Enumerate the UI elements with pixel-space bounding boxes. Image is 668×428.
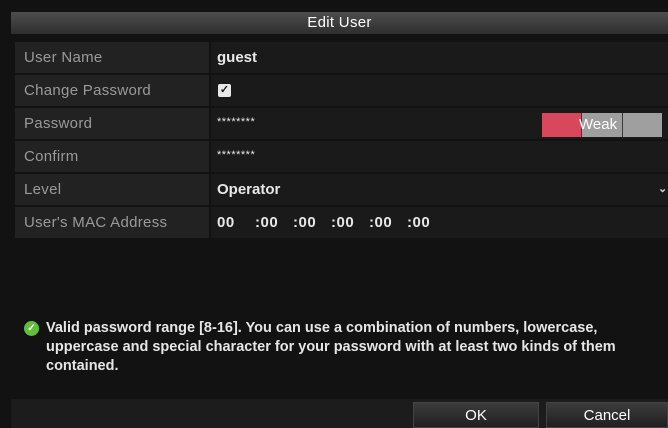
dialog-title: Edit User: [11, 12, 668, 34]
chevron-down-icon[interactable]: ⌄: [658, 174, 668, 205]
mac-octet-4[interactable]: :00: [331, 207, 369, 238]
row-change-password: Change Password ✓: [15, 75, 668, 107]
mac-octet-5[interactable]: :00: [369, 207, 407, 238]
user-form: User Name guest Change Password ✓ Passwo…: [15, 42, 668, 240]
password-strength-label: Weak: [579, 116, 618, 133]
mac-octet-2[interactable]: :00: [255, 207, 293, 238]
row-password: Password ******** Weak: [15, 108, 668, 140]
confirm-masked-value: ********: [217, 149, 256, 161]
ok-button[interactable]: OK: [413, 402, 539, 428]
password-label: Password: [15, 108, 209, 139]
row-mac-address: User's MAC Address 00 :00 :00 :00 :00 :0…: [15, 207, 668, 239]
strength-segment-strong: [622, 113, 662, 137]
row-user-name: User Name guest: [15, 42, 668, 74]
change-password-label: Change Password: [15, 75, 209, 106]
level-selected-value: Operator: [217, 181, 281, 198]
change-password-cell: ✓: [211, 75, 668, 106]
password-hint-text: Valid password range [8-16]. You can use…: [46, 320, 616, 374]
row-confirm: Confirm ********: [15, 141, 668, 173]
password-field[interactable]: ******** Weak: [211, 108, 668, 139]
password-masked-value: ********: [217, 116, 256, 128]
change-password-checkbox[interactable]: ✓: [218, 84, 231, 97]
level-select[interactable]: Operator ⌄: [211, 174, 668, 205]
level-label: Level: [15, 174, 209, 205]
confirm-label: Confirm: [15, 141, 209, 172]
mac-address-field[interactable]: 00 :00 :00 :00 :00 :00: [211, 207, 668, 238]
edit-user-dialog: Edit User User Name guest Change Passwor…: [0, 0, 668, 428]
mac-octet-1[interactable]: 00: [217, 207, 255, 238]
user-name-field[interactable]: guest: [211, 42, 668, 73]
user-name-label: User Name: [15, 42, 209, 73]
confirm-field[interactable]: ********: [211, 141, 668, 172]
mac-octet-6[interactable]: :00: [407, 207, 445, 238]
strength-segment-weak: [542, 113, 583, 137]
mac-address-label: User's MAC Address: [15, 207, 209, 238]
check-circle-icon: ✓: [24, 321, 39, 336]
password-hint: ✓ Valid password range [8-16]. You can u…: [24, 319, 664, 376]
cancel-button[interactable]: Cancel: [546, 402, 668, 428]
row-level: Level Operator ⌄: [15, 174, 668, 206]
mac-octet-3[interactable]: :00: [293, 207, 331, 238]
